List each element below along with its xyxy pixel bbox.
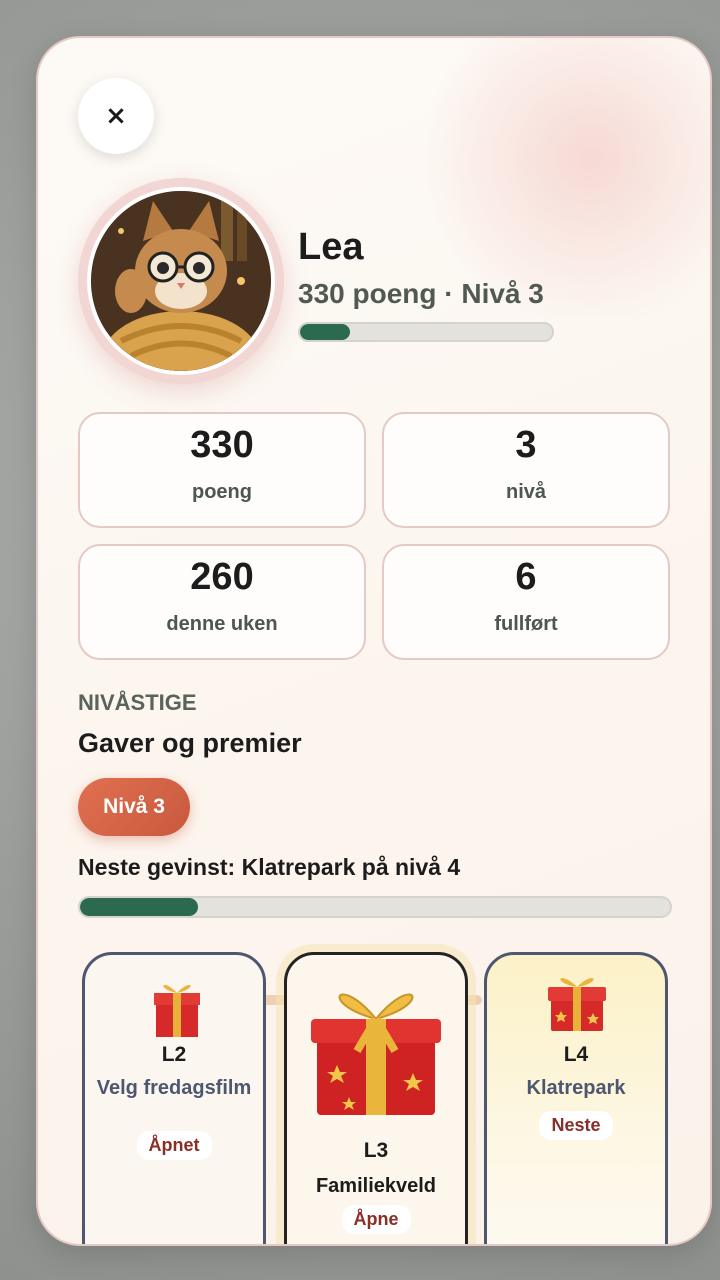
profile-progress-bar [298,322,554,342]
profile-sheet: × Lea 330 poeng · Nivå 3 330 poeng 3 niv… [36,36,712,1246]
reward-status-badge: Åpnet [136,1131,212,1160]
stat-label: fullført [494,613,558,635]
stat-card-completed: 6 fullført [382,544,670,660]
stat-value: 260 [190,556,254,598]
current-level-pill: Nivå 3 [78,778,190,836]
section-eyebrow: NIVÅSTIGE [78,690,197,715]
avatar-ring [78,178,284,384]
ladder-progress-bar [78,896,672,918]
section-title: Gaver og premier [78,728,302,758]
gift-icon [311,993,441,1115]
reward-name: Velg fredagsfilm [96,1077,252,1099]
ladder-progress-fill [80,898,198,916]
gift-icon [548,978,606,1031]
reward-card-l4[interactable]: L4 Klatrepark Neste [484,952,668,1244]
stat-label: denne uken [166,613,278,635]
profile-progress-fill [300,324,351,340]
reward-level: L4 [563,1043,589,1066]
close-button[interactable]: × [78,78,154,154]
stat-card-level: 3 nivå [382,412,670,528]
gift-icon [154,984,200,1037]
profile-points-level: 330 poeng · Nivå 3 [298,278,544,309]
reward-name: Familiekveld [315,1175,437,1197]
cat-avatar-icon [91,191,271,371]
stat-value: 6 [515,556,537,598]
reward-name: Klatrepark [526,1077,626,1099]
reward-level: L2 [161,1043,187,1066]
avatar [87,187,275,375]
stat-label: nivå [505,481,547,503]
reward-card-l3[interactable]: L3 Familiekveld Åpne [284,952,468,1244]
stat-card-points: 330 poeng [78,412,366,528]
close-icon: × [105,101,127,131]
reward-status-badge: Åpne [341,1205,411,1234]
stat-label: poeng [192,481,252,503]
reward-status-badge: Neste [539,1111,613,1140]
reward-level: L3 [363,1139,389,1162]
next-reward-text: Neste gevinst: Klatrepark på nivå 4 [78,854,461,880]
stat-value: 3 [515,424,537,466]
stat-value: 330 [190,424,254,466]
profile-name: Lea [298,226,364,268]
reward-card-l2[interactable]: L2 Velg fredagsfilm Åpnet [82,952,266,1244]
stat-card-this-week: 260 denne uken [78,544,366,660]
